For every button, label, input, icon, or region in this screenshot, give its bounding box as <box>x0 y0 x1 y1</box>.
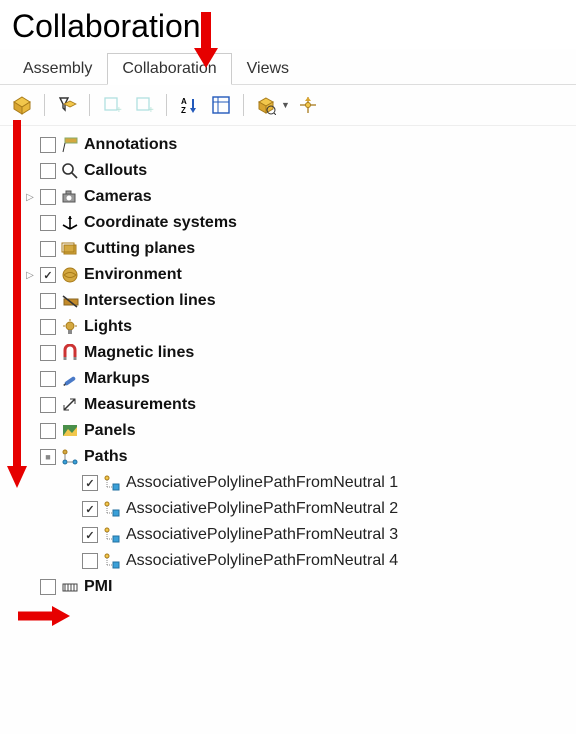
checkbox[interactable] <box>40 371 56 387</box>
checkbox[interactable] <box>40 215 56 231</box>
tree-item-callouts[interactable]: Callouts <box>24 158 572 184</box>
tree-item-annotations[interactable]: Annotations <box>24 132 572 158</box>
tree-item-cameras[interactable]: ▷Cameras <box>24 184 572 210</box>
tree-item-label: Lights <box>84 318 132 336</box>
tree-item-label: Intersection lines <box>84 292 216 310</box>
tree-item-paths[interactable]: Paths <box>24 444 572 470</box>
pmi-icon <box>60 577 80 597</box>
path-child-icon <box>102 525 122 545</box>
tree-item-label: Markups <box>84 370 150 388</box>
grid-button[interactable] <box>207 91 235 119</box>
toolbar-separator <box>243 94 244 116</box>
tree-item-label: AssociativePolylinePathFromNeutral 4 <box>126 552 398 570</box>
tree-item-label: Environment <box>84 266 182 284</box>
tree-item-intersect[interactable]: Intersection lines <box>24 288 572 314</box>
package-dropdown[interactable]: ▼ <box>252 91 290 119</box>
markups-icon <box>60 369 80 389</box>
chevron-down-icon: ▼ <box>281 100 290 110</box>
tree-item-cutting[interactable]: Cutting planes <box>24 236 572 262</box>
cameras-icon <box>60 187 80 207</box>
tree-item-pmi[interactable]: PMI <box>24 574 572 600</box>
checkbox[interactable] <box>40 293 56 309</box>
callouts-icon <box>60 161 80 181</box>
add-cube-button: + <box>98 91 126 119</box>
tree-item-label: Cameras <box>84 188 152 206</box>
intersect-icon <box>60 291 80 311</box>
annotation-arrow-vertical-icon <box>6 120 28 493</box>
sort-az-button[interactable]: AZ <box>175 91 203 119</box>
tree-item-path1[interactable]: AssociativePolylinePathFromNeutral 1 <box>24 470 572 496</box>
svg-text:Z: Z <box>181 106 186 115</box>
cutting-icon <box>60 239 80 259</box>
lights-icon <box>60 317 80 337</box>
svg-text:+: + <box>116 105 122 115</box>
paths-icon <box>60 447 80 467</box>
tree-item-label: Panels <box>84 422 136 440</box>
tree-item-label: AssociativePolylinePathFromNeutral 1 <box>126 474 398 492</box>
measurements-icon <box>60 395 80 415</box>
checkbox[interactable] <box>40 449 56 465</box>
tree-item-path4[interactable]: AssociativePolylinePathFromNeutral 4 <box>24 548 572 574</box>
path-child-icon <box>102 473 122 493</box>
tree-item-label: Coordinate systems <box>84 214 237 232</box>
magnetic-icon <box>60 343 80 363</box>
tree-item-magnetic[interactable]: Magnetic lines <box>24 340 572 366</box>
tree-item-coord[interactable]: Coordinate systems <box>24 210 572 236</box>
checkbox[interactable] <box>40 397 56 413</box>
tree-item-env[interactable]: ▷Environment <box>24 262 572 288</box>
tab-bar: Assembly Collaboration Views <box>0 49 576 85</box>
tree-item-panels[interactable]: Panels <box>24 418 572 444</box>
checkbox[interactable] <box>40 189 56 205</box>
checkbox[interactable] <box>40 345 56 361</box>
add-cube2-button: + <box>130 91 158 119</box>
coord-icon <box>60 213 80 233</box>
checkbox[interactable] <box>82 475 98 491</box>
tree-item-path2[interactable]: AssociativePolylinePathFromNeutral 2 <box>24 496 572 522</box>
tree-item-label: Measurements <box>84 396 196 414</box>
tree-item-label: AssociativePolylinePathFromNeutral 3 <box>126 526 398 544</box>
tree-item-markups[interactable]: Markups <box>24 366 572 392</box>
checkbox[interactable] <box>40 267 56 283</box>
tree-item-label: PMI <box>84 578 112 596</box>
tree-item-label: Magnetic lines <box>84 344 194 362</box>
path-child-icon <box>102 499 122 519</box>
tree-item-label: Annotations <box>84 136 177 154</box>
toolbar-separator <box>166 94 167 116</box>
toolbar: + + AZ ▼ <box>0 85 576 126</box>
toolbar-separator <box>89 94 90 116</box>
checkbox[interactable] <box>40 579 56 595</box>
checkbox[interactable] <box>82 553 98 569</box>
toolbar-separator <box>44 94 45 116</box>
tree-item-label: Cutting planes <box>84 240 195 258</box>
filter-button[interactable] <box>53 91 81 119</box>
tree-item-measurements[interactable]: Measurements <box>24 392 572 418</box>
checkbox[interactable] <box>40 319 56 335</box>
annotation-arrow-down-icon <box>192 12 220 71</box>
checkbox[interactable] <box>40 241 56 257</box>
compass-button[interactable] <box>294 91 322 119</box>
tab-assembly[interactable]: Assembly <box>8 53 107 85</box>
path-child-icon <box>102 551 122 571</box>
checkbox[interactable] <box>82 527 98 543</box>
tree-view: Annotations Callouts ▷Cameras Coordinate sy… <box>0 126 576 606</box>
tree-item-label: Callouts <box>84 162 147 180</box>
checkbox[interactable] <box>40 137 56 153</box>
component-button[interactable] <box>8 91 36 119</box>
tree-item-label: Paths <box>84 448 128 466</box>
svg-text:+: + <box>148 105 154 115</box>
annotations-icon <box>60 135 80 155</box>
checkbox[interactable] <box>40 423 56 439</box>
tree-item-lights[interactable]: Lights <box>24 314 572 340</box>
tree-item-path3[interactable]: AssociativePolylinePathFromNeutral 3 <box>24 522 572 548</box>
checkbox[interactable] <box>40 163 56 179</box>
page-title: Collaboration <box>0 0 576 49</box>
svg-text:A: A <box>181 97 187 106</box>
tab-views[interactable]: Views <box>232 53 304 85</box>
tree-item-label: AssociativePolylinePathFromNeutral 2 <box>126 500 398 518</box>
checkbox[interactable] <box>82 501 98 517</box>
annotation-arrow-right-icon <box>18 604 70 631</box>
env-icon <box>60 265 80 285</box>
panels-icon <box>60 421 80 441</box>
